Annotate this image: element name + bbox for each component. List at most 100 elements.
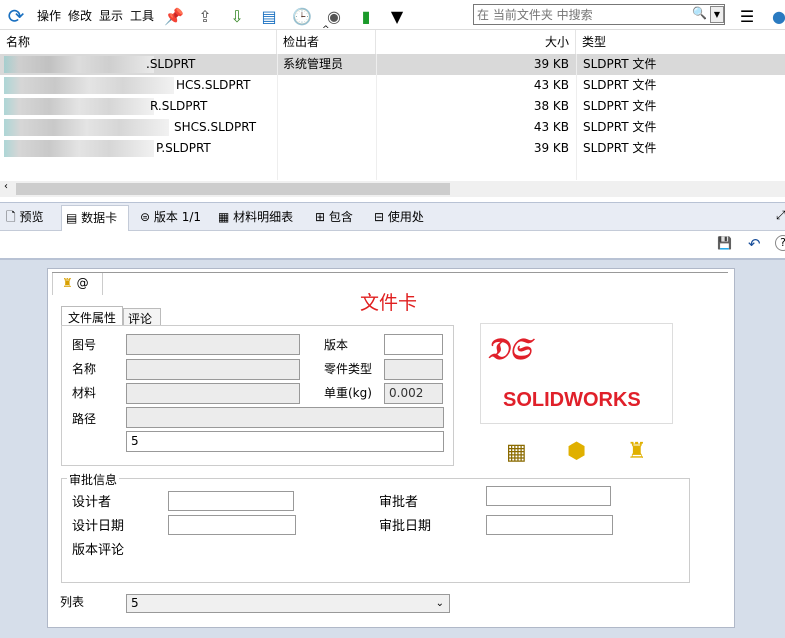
sort-ascending-icon: ^ [322,25,330,35]
tab-label: 预览 [19,210,44,224]
name-label: 名称 [72,362,97,376]
approve-date-field[interactable] [486,515,613,535]
datacard-icon: ▤ [66,211,78,225]
blurred-name [4,140,154,157]
tab-version[interactable]: ⊜ 版本 1/1 [136,205,201,230]
version-icon: ⊜ [140,210,151,224]
ds-logo-icon: 𝔇𝔖 [487,332,531,367]
column-divider [576,54,577,180]
horizontal-scrollbar[interactable]: ‹ [0,181,785,197]
weight-field: 0.002 [384,383,443,404]
file-size: 43 KB [533,120,569,134]
card-tab[interactable]: ♜ @ [52,273,103,295]
card-layout-icon[interactable]: ▦ [506,440,527,465]
designer-label: 设计者 [72,495,112,510]
part-3d-icon[interactable]: ⬢ [567,439,586,464]
card-tab-label: @ [76,276,89,290]
column-header-type[interactable]: 类型 [576,30,785,54]
search-dropdown-icon[interactable]: ▼ [710,6,724,23]
tab-label: 数据卡 [81,211,118,225]
path-field[interactable] [126,407,444,428]
column-divider [376,54,377,180]
expand-icon[interactable]: ⤢ [776,208,785,223]
file-checked-out-by: 系统管理员 [283,57,344,71]
search-input[interactable] [474,5,684,24]
check-out-icon[interactable]: ⇪ [194,5,216,27]
column-header-size[interactable]: 大小 [376,30,576,54]
file-size: 39 KB [533,57,569,71]
column-header-name[interactable]: 名称 [0,30,277,54]
version-comment-label: 版本评论 [72,543,125,558]
tab-label: 使用处 [387,210,424,224]
part-icon[interactable]: ♜ [627,439,647,464]
menu-display[interactable]: 显示 [99,7,123,24]
approval-title: 审批信息 [67,471,120,488]
menu-tools[interactable]: 工具 [130,7,154,24]
file-name: HCS.SLDPRT [176,78,251,92]
open-folder-icon[interactable]: ▮ [355,5,377,27]
tab-datacard[interactable]: ▤ 数据卡 [61,205,129,231]
design-date-field[interactable] [168,515,296,535]
scrollbar-thumb[interactable] [16,183,450,195]
get-latest-icon[interactable]: ▤ [258,5,280,27]
check-in-icon[interactable]: ⇩ [226,5,248,27]
weight-label: 单重(kg) [324,386,372,400]
designer-field[interactable] [168,491,294,511]
tab-bom[interactable]: ▦ 材料明细表 [214,205,293,230]
material-field[interactable] [126,383,300,404]
menu-modify[interactable]: 修改 [68,7,92,24]
path-label: 路径 [72,412,97,426]
scroll-left-icon[interactable]: ‹ [4,181,8,192]
file-row[interactable]: HCS.SLDPRT 43 KB SLDPRT 文件 [0,75,785,96]
user-icon[interactable]: ● [768,5,785,27]
view-icon[interactable]: ◉ [323,5,345,27]
file-row[interactable]: .SLDPRT 系统管理员 39 KB SLDPRT 文件 [0,54,785,75]
file-name: SHCS.SLDPRT [174,120,257,134]
file-type: SLDPRT 文件 [583,120,657,134]
name-field[interactable] [126,359,300,380]
file-row[interactable]: SHCS.SLDPRT 43 KB SLDPRT 文件 [0,117,785,138]
path-value-field[interactable]: 5 [126,431,444,452]
file-size: 38 KB [533,99,569,113]
file-row[interactable]: P.SLDPRT 39 KB SLDPRT 文件 [0,138,785,159]
search-list-icon[interactable]: ☰ [736,5,758,27]
part-no-field[interactable] [126,334,300,355]
search-icon[interactable]: 🔍 [692,6,707,20]
subtab-label: 评论 [128,312,153,326]
version-field[interactable] [384,334,443,355]
tab-where-used[interactable]: ⊟ 使用处 [370,205,424,230]
part-type-field[interactable] [384,359,443,380]
card-title: 文件卡 [360,292,418,314]
approver-label: 审批者 [379,495,419,510]
menu-actions[interactable]: 操作 [37,7,61,24]
list-select[interactable]: 5 ⌄ [126,594,450,613]
blurred-name [4,77,174,94]
search-box[interactable]: 🔍 ▼ [473,4,725,25]
pin-icon[interactable]: 📌 [163,5,185,27]
approver-field[interactable] [486,486,611,506]
help-icon[interactable]: ? [775,235,785,251]
tab-contains[interactable]: ⊞ 包含 [311,205,353,230]
history-icon[interactable]: 🕒 [291,5,313,27]
file-size: 43 KB [533,78,569,92]
file-type: SLDPRT 文件 [583,99,657,113]
tab-preview[interactable]: 🗋 预览 [2,205,44,230]
file-type: SLDPRT 文件 [583,57,657,71]
bom-icon: ▦ [218,210,230,224]
approve-date-label: 审批日期 [379,519,432,534]
undo-icon[interactable]: ↶ [748,235,761,253]
subtab-comments[interactable]: 评论 [123,308,161,326]
material-label: 材料 [72,386,97,400]
dropdown-arrow-icon[interactable]: ▼ [386,5,408,27]
contains-icon: ⊞ [315,210,326,224]
subtab-properties[interactable]: 文件属性 [61,306,123,326]
design-date-label: 设计日期 [72,519,125,534]
file-name: .SLDPRT [146,57,196,71]
file-row[interactable]: R.SLDPRT 38 KB SLDPRT 文件 [0,96,785,117]
file-name: P.SLDPRT [156,141,211,155]
column-divider [277,54,278,180]
refresh-icon[interactable]: ⟳ [5,4,27,28]
save-icon[interactable]: 💾 [717,236,732,250]
file-size: 39 KB [533,141,569,155]
version-label: 版本 [324,338,349,352]
